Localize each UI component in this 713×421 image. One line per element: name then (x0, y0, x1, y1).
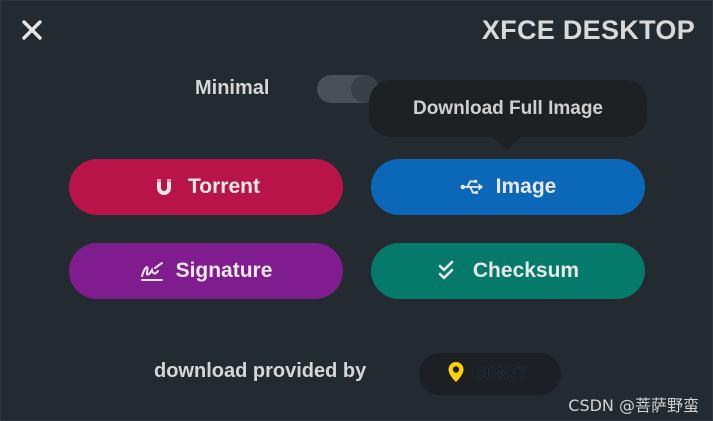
signature-icon (140, 259, 164, 283)
usb-icon (460, 175, 484, 199)
checksum-button[interactable]: Checksum (371, 243, 645, 299)
close-icon[interactable] (19, 17, 45, 43)
tooltip-text: Download Full Image (412, 97, 603, 119)
cdn77-link[interactable]: CDN77 (419, 353, 561, 395)
provided-by-label: download provided by (154, 360, 367, 382)
dialog-title: XFCE DESKTOP (481, 15, 695, 45)
magnet-icon (152, 175, 176, 199)
csdn-watermark: CSDN @菩萨野蛮 (568, 396, 699, 415)
torrent-button[interactable]: Torrent (69, 159, 343, 215)
location-pin-icon (447, 361, 465, 388)
signature-button[interactable]: Signature (69, 243, 343, 299)
download-dialog: XFCE DESKTOP Minimal Download Full Image… (0, 0, 713, 421)
torrent-label: Torrent (188, 175, 260, 198)
double-check-icon (437, 259, 461, 283)
signature-label: Signature (175, 259, 273, 282)
image-label: Image (495, 175, 557, 198)
tooltip-arrow (493, 137, 521, 150)
cdn77-logo-text: CDN77 (473, 365, 528, 383)
download-tooltip: Download Full Image (369, 80, 647, 137)
minimal-label: Minimal (195, 77, 270, 99)
checksum-label: Checksum (472, 259, 580, 282)
image-button[interactable]: Image (371, 159, 645, 215)
